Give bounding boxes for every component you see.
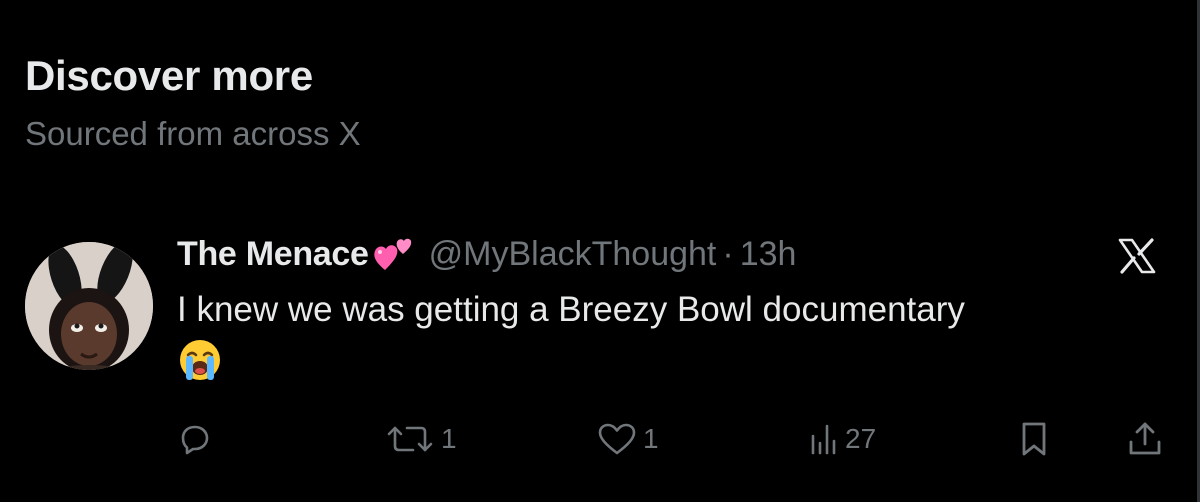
share-icon xyxy=(1129,422,1161,455)
heart-icon xyxy=(598,423,636,455)
avatar-image xyxy=(25,242,153,370)
reply-icon xyxy=(181,425,209,455)
reply-button[interactable] xyxy=(177,416,217,462)
section-title: Discover more xyxy=(25,52,313,99)
like-count: 1 xyxy=(643,423,659,454)
bookmark-icon xyxy=(1022,422,1046,456)
post-body: The Menace @MyBlackThought · 13h I knew … xyxy=(177,230,1157,388)
two-hearts-emoji-icon xyxy=(371,234,417,274)
repost-icon xyxy=(387,426,433,452)
bookmark-button[interactable] xyxy=(1019,416,1049,462)
views-button[interactable]: 27 xyxy=(809,416,876,462)
views-count: 27 xyxy=(845,423,877,454)
section-subtitle: Sourced from across X xyxy=(25,115,361,152)
post-header: The Menace @MyBlackThought · 13h xyxy=(177,230,1157,278)
author-handle[interactable]: @MyBlackThought xyxy=(429,235,717,274)
views-chart-icon xyxy=(811,424,836,455)
loudly-crying-face-emoji-icon xyxy=(177,337,223,383)
display-name[interactable]: The Menace xyxy=(177,235,369,274)
avatar[interactable] xyxy=(25,242,153,370)
like-button[interactable]: 1 xyxy=(597,416,659,462)
post[interactable]: The Menace @MyBlackThought · 13h I knew … xyxy=(0,220,1197,502)
share-button[interactable] xyxy=(1127,416,1163,462)
post-text: I knew we was getting a Breezy Bowl docu… xyxy=(177,284,1167,388)
x-logo-icon xyxy=(1117,238,1157,274)
section-header: Discover more Sourced from across X xyxy=(25,50,361,154)
post-actions: 1 1 27 xyxy=(177,416,1167,466)
repost-button[interactable]: 1 xyxy=(385,416,457,462)
repost-count: 1 xyxy=(441,423,457,454)
post-text-content: I knew we was getting a Breezy Bowl docu… xyxy=(177,290,965,329)
post-timestamp[interactable]: 13h xyxy=(740,235,797,274)
header-separator: · xyxy=(722,234,734,273)
